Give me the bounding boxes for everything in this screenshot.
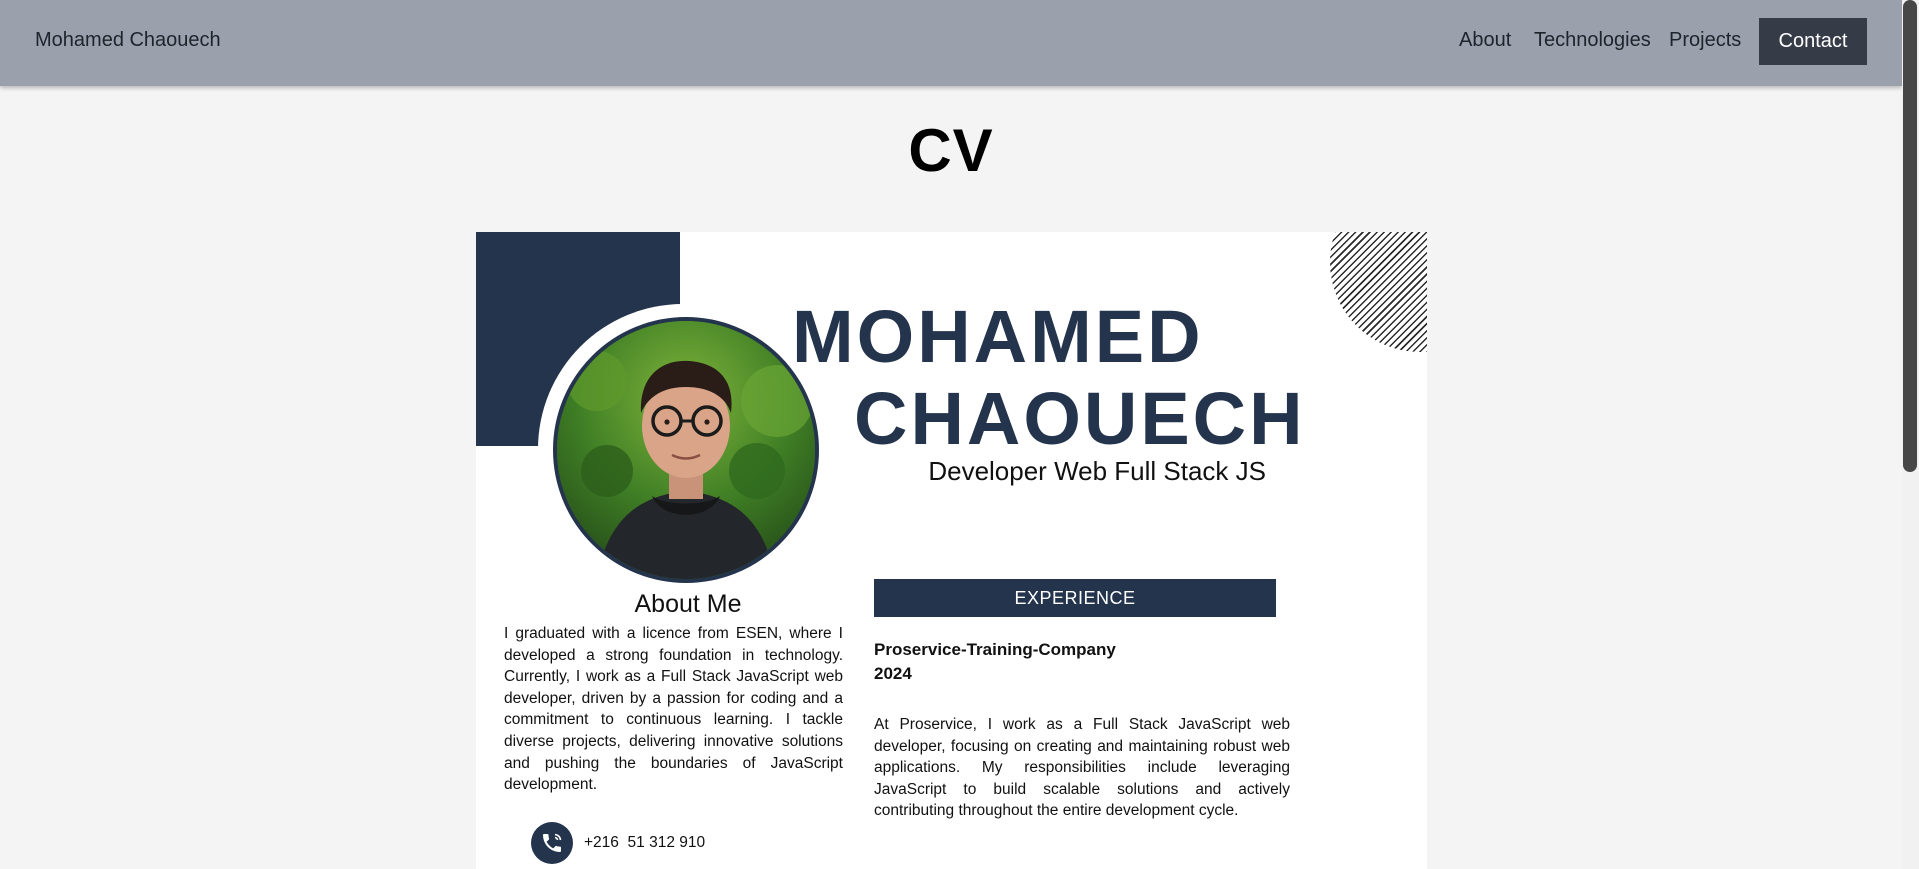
scrollbar-thumb[interactable] bbox=[1903, 0, 1917, 472]
cv-role: Developer Web Full Stack JS bbox=[928, 456, 1266, 486]
profile-photo bbox=[553, 317, 819, 583]
experience-company: Proservice-Training-Company bbox=[874, 640, 1116, 659]
contact-button[interactable]: Contact bbox=[1759, 18, 1867, 65]
cv-document: MOHAMED CHAOUECH Developer Web Full Stac… bbox=[476, 232, 1427, 869]
decorative-hatched-circle bbox=[1330, 232, 1427, 352]
top-navbar: Mohamed Chaouech About Technologies Proj… bbox=[0, 0, 1902, 86]
page-title: CV bbox=[908, 117, 994, 184]
nav-link-about[interactable]: About bbox=[1459, 29, 1511, 52]
phone-number: +216 51 312 910 bbox=[584, 834, 706, 851]
brand-link[interactable]: Mohamed Chaouech bbox=[35, 29, 221, 52]
about-heading: About Me bbox=[634, 590, 742, 618]
cv-first-name: MOHAMED bbox=[792, 295, 1204, 378]
profile-photo-illustration bbox=[557, 321, 815, 579]
nav-link-technologies[interactable]: Technologies bbox=[1534, 29, 1651, 52]
phone-icon-glyph bbox=[543, 833, 562, 852]
about-text: I graduated with a licence from ESEN, wh… bbox=[504, 625, 843, 794]
experience-year: 2024 bbox=[874, 664, 912, 683]
nav-link-projects[interactable]: Projects bbox=[1669, 29, 1741, 52]
phone-icon bbox=[531, 822, 573, 864]
experience-heading: EXPERIENCE bbox=[874, 579, 1276, 617]
cv-last-name: CHAOUECH bbox=[854, 377, 1306, 460]
experience-text: At Proservice, I work as a Full Stack Ja… bbox=[874, 716, 1290, 820]
